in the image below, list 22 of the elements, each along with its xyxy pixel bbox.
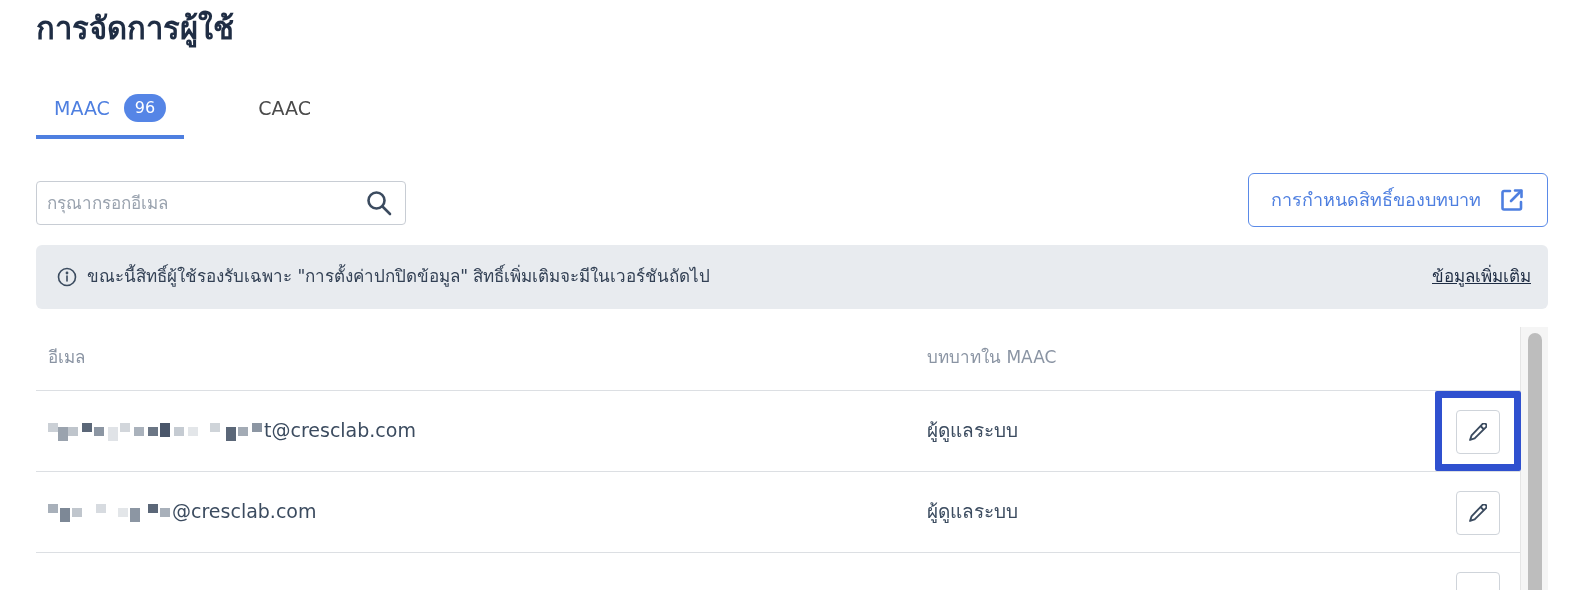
role-permissions-button[interactable]: การกำหนดสิทธิ์ของบทบาท [1248,172,1548,227]
page-title: การจัดการผู้ใช้ [36,9,234,50]
pencil-icon [1469,422,1487,441]
pencil-icon [1469,503,1487,522]
tab[interactable]: MAAC 96 [36,94,185,139]
count-badge: 96 [123,94,167,123]
search-icon[interactable] [366,189,392,216]
role-cell-text: ผู้ดูแลระบบ [927,499,1018,525]
column-header: อีเมล [48,346,85,370]
search-field[interactable]: กรุณากรอกอีเมล [36,180,406,225]
edit-button[interactable] [1456,490,1500,535]
column-header: บทบาทใน MAAC [927,346,1057,370]
role-cell-text: ผู้ดูแลระบบ [927,418,1018,444]
info-icon [57,266,77,287]
more-info-link[interactable]: ข้อมูลเพิ่มเติม [1432,263,1531,290]
notice-text: ขณะนี้สิทธิ์ผู้ใช้รองรับเฉพาะ "การตั้งค่าปกปิดข้อมูล" สิทธิ์เพิ่มเติมจะมีในเวอร์ชันถัดไป [87,263,711,289]
edit-button[interactable] [1456,409,1500,454]
tab[interactable]: CAAC [240,94,329,139]
email-cell-text: t@cresclab.com [264,418,416,444]
external-link-icon [1499,186,1525,213]
scrollbar[interactable] [1520,326,1548,590]
email-cell-text: @cresclab.com [172,499,317,525]
